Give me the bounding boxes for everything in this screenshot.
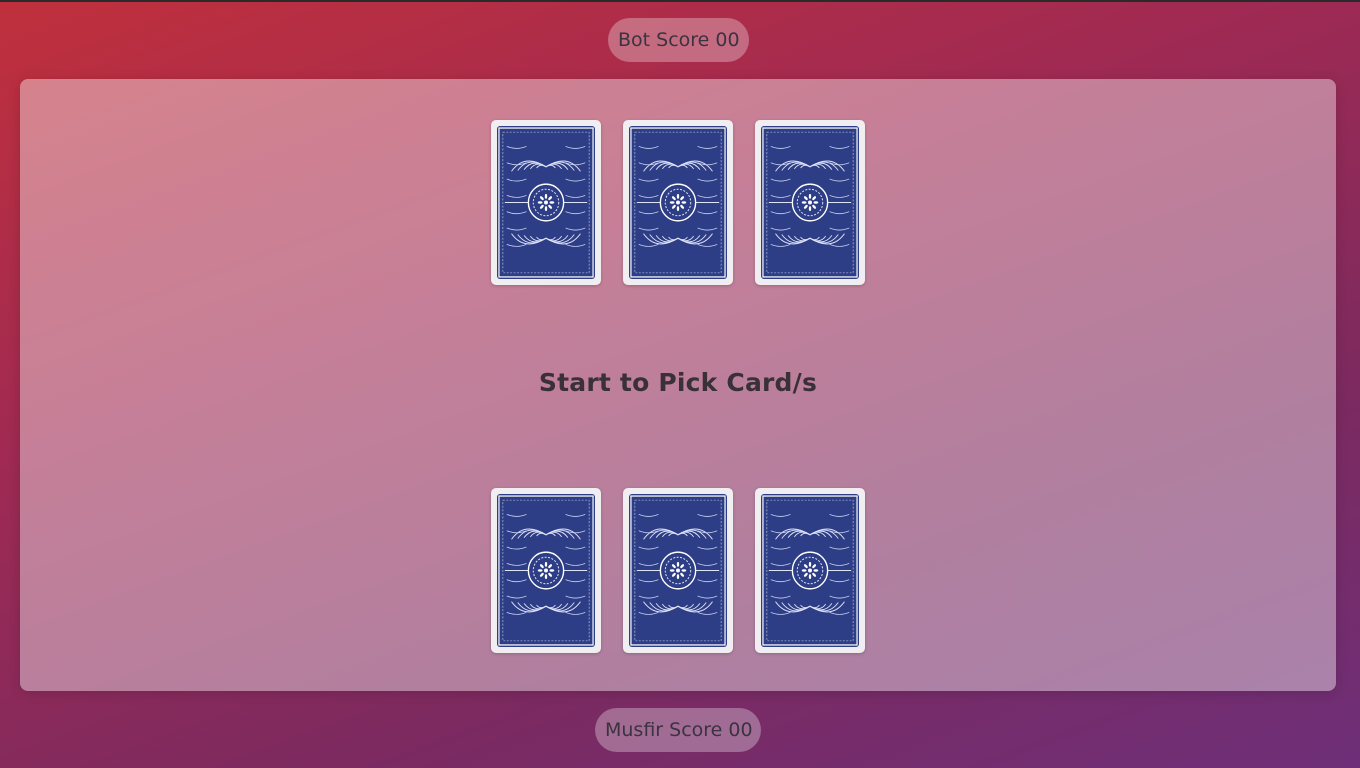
card-back-pattern-icon	[761, 494, 859, 647]
bot-card-1[interactable]	[491, 120, 601, 285]
bot-hand	[491, 120, 866, 285]
card-back-pattern-icon	[761, 126, 859, 279]
player-card-3[interactable]	[755, 488, 865, 653]
bot-card-3[interactable]	[755, 120, 865, 285]
card-back-pattern-icon	[497, 126, 595, 279]
bot-score-badge: Bot Score 00	[608, 18, 749, 62]
card-back-pattern-icon	[629, 494, 727, 647]
player-hand	[491, 488, 866, 653]
player-card-2[interactable]	[623, 488, 733, 653]
player-score-badge: Musfir Score 00	[595, 708, 761, 752]
game-table: Start to Pick Card/s	[20, 79, 1336, 691]
player-card-1[interactable]	[491, 488, 601, 653]
bot-card-2[interactable]	[623, 120, 733, 285]
status-message: Start to Pick Card/s	[538, 368, 818, 397]
card-back-pattern-icon	[629, 126, 727, 279]
card-back-pattern-icon	[497, 494, 595, 647]
